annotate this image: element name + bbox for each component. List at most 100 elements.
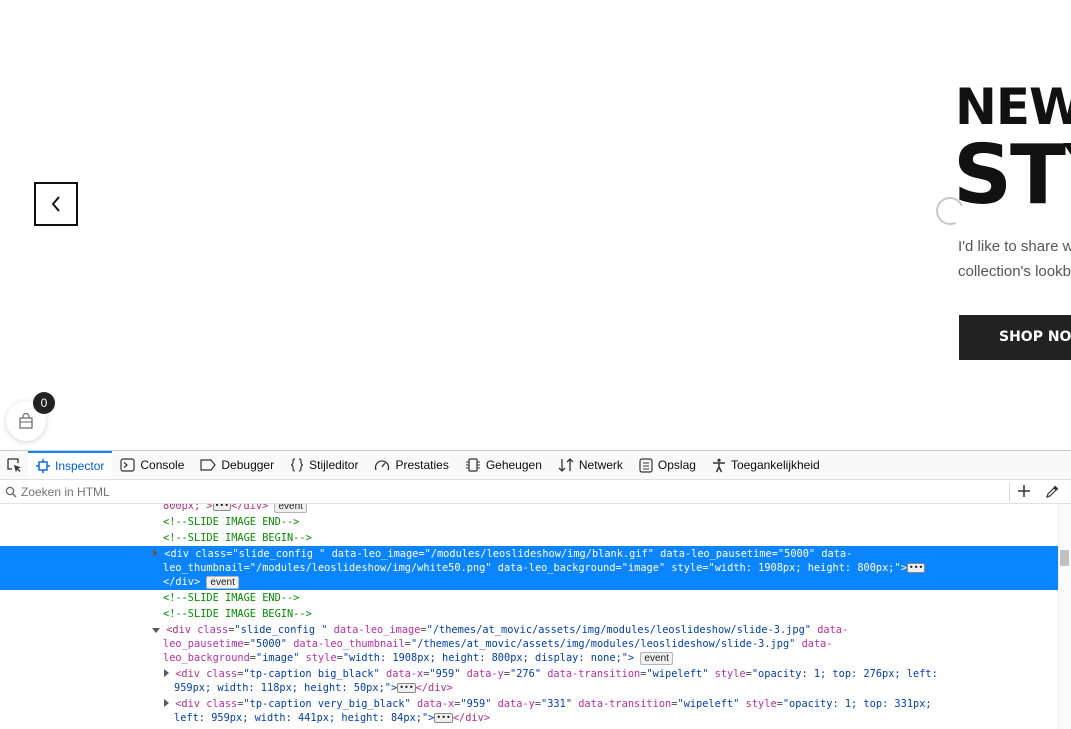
comment-slide-image-end[interactable]: <!--SLIDE IMAGE END--> <box>163 515 1063 529</box>
tab-label: Prestaties <box>395 458 449 472</box>
collapsed-content-button[interactable]: ••• <box>397 683 416 693</box>
memory-icon <box>465 458 480 472</box>
network-icon <box>558 458 574 472</box>
tab-label: Geheugen <box>485 458 542 472</box>
comment-slide-image-begin[interactable]: <!--SLIDE IMAGE BEGIN--> <box>163 607 1063 621</box>
tab-accessibility[interactable]: Toegankelijkheid <box>704 451 828 479</box>
tab-label: Opslag <box>657 458 696 472</box>
tab-label: Console <box>140 458 185 472</box>
tab-network[interactable]: Netwerk <box>550 451 631 479</box>
attr-value: "tp-caption very_big_black" <box>243 698 411 710</box>
attr-value: "/themes/at_movic/assets/img/modules/leo… <box>426 624 811 636</box>
attr-name: data-transition <box>547 668 641 680</box>
attr-value: "959" <box>460 698 492 710</box>
attr-value: "opacity: 1; top: 331px; <box>782 698 932 710</box>
attr-name: data-x <box>386 668 424 680</box>
markup-line: 959px; width: 118px; height: 50px;"> ••• <… <box>174 681 1054 695</box>
collapsed-content-button[interactable]: ••• <box>212 504 232 511</box>
markup-line[interactable]: <div class="slide_config " data-leo_imag… <box>152 623 1052 637</box>
tab-label: Stijleditor <box>309 458 359 472</box>
event-badge[interactable]: event <box>640 652 673 665</box>
add-node-icon[interactable] <box>1016 483 1032 499</box>
markup-open-tag: <div <box>175 668 201 680</box>
markup-open-tag: <div <box>175 698 201 710</box>
eyedropper-icon[interactable] <box>1045 484 1060 499</box>
attr-name: style <box>745 698 777 710</box>
attr-value: "wipeleft" <box>646 668 709 680</box>
markup-close-tag: </div> <box>231 504 269 512</box>
attr-name: data-leo_image <box>333 624 421 636</box>
expand-twisty-icon[interactable] <box>164 669 169 677</box>
attr-name: style <box>305 652 337 664</box>
markup-line: left: 959px; width: 441px; height: 84px;… <box>174 711 1054 725</box>
cart-count-badge: 0 <box>33 392 55 414</box>
attr-name: data- <box>817 624 849 636</box>
hero-description: I'd like to share w collection's lookb <box>958 234 1071 284</box>
comment-slide-image-end[interactable]: <!--SLIDE IMAGE END--> <box>163 591 1063 605</box>
attr-name: data-x <box>417 698 455 710</box>
attr-value: "5000" <box>249 638 287 650</box>
collapse-twisty-icon[interactable] <box>152 628 160 633</box>
markup-close-tag: </div> <box>415 682 453 694</box>
debugger-icon <box>200 459 217 471</box>
markup-text: 800px;"> <box>163 504 213 512</box>
collapsed-content-button[interactable]: ••• <box>906 563 926 573</box>
attr-value: "331" <box>541 698 573 710</box>
expand-twisty-icon[interactable] <box>153 549 158 557</box>
markup-line: leo_thumbnail="/modules/leoslideshow/img… <box>163 561 1063 575</box>
markup-line: 800px;"> ••• </div> event <box>163 504 1063 513</box>
selected-node-line3: </div> <box>163 576 201 588</box>
style-editor-icon <box>291 458 304 472</box>
markup-open-tag: <div <box>166 624 192 636</box>
devtools-toolbar: Inspector Console Debugger Stijleditor P… <box>0 451 1071 480</box>
markup-line[interactable]: <div class="tp-caption very_big_black" d… <box>164 697 1064 711</box>
attr-value: "959" <box>429 668 461 680</box>
attr-value: "width: 1908px; height: 800px; display: … <box>342 652 635 664</box>
attr-name: data-transition <box>578 698 672 710</box>
collapsed-content-button[interactable]: ••• <box>434 713 453 723</box>
tab-console[interactable]: Console <box>112 451 192 479</box>
attr-value: "slide_config " <box>234 624 328 636</box>
slider-prev-button[interactable] <box>34 182 78 226</box>
tab-memory[interactable]: Geheugen <box>457 451 550 479</box>
selected-node-line1: <div class="slide_config " data-leo_imag… <box>164 548 853 560</box>
expand-twisty-icon[interactable] <box>164 699 169 707</box>
markup-line: <div class="slide_config " data-leo_imag… <box>153 547 1053 561</box>
devtools-panel: Inspector Console Debugger Stijleditor P… <box>0 450 1071 729</box>
storage-icon <box>639 457 653 473</box>
markup-scrollbar[interactable] <box>1058 504 1071 729</box>
element-picker-icon <box>7 458 21 473</box>
comment-slide-image-begin[interactable]: <!--SLIDE IMAGE BEGIN--> <box>163 531 1063 545</box>
element-picker-button[interactable] <box>0 451 28 479</box>
markup-line: leo_background="image" style="width: 190… <box>163 651 1063 665</box>
attr-name: leo_background <box>163 652 250 664</box>
tab-label: Netwerk <box>578 458 623 472</box>
markup-view: 800px;"> ••• </div> event <!--SLIDE IMAGE … <box>0 504 1071 729</box>
search-icon <box>5 486 17 497</box>
tab-inspector[interactable]: Inspector <box>28 451 113 479</box>
attr-value: "276" <box>510 668 542 680</box>
attr-name: class <box>206 668 238 680</box>
attr-value: left: 959px; width: 441px; height: 84px;… <box>174 712 435 724</box>
attr-value: "/themes/at_movic/assets/img/modules/leo… <box>411 638 796 650</box>
scrollbar-thumb[interactable] <box>1060 550 1069 566</box>
attr-name: data- <box>801 638 833 650</box>
attr-name: class <box>206 698 238 710</box>
shop-now-button[interactable]: SHOP NOW <box>959 315 1071 360</box>
console-icon <box>120 458 135 472</box>
tab-performance[interactable]: Prestaties <box>366 451 456 479</box>
event-badge[interactable]: event <box>274 504 307 513</box>
html-search-input[interactable] <box>17 484 917 499</box>
chevron-left-icon <box>51 196 60 212</box>
attr-name: data-leo_thumbnail <box>293 638 405 650</box>
inspector-icon <box>36 459 50 473</box>
toolbar-divider <box>1009 483 1010 501</box>
event-badge[interactable]: event <box>206 576 239 589</box>
tab-storage[interactable]: Opslag <box>631 451 704 479</box>
markup-close-tag: </div> <box>452 712 491 724</box>
tab-debugger[interactable]: Debugger <box>192 451 282 479</box>
tab-label: Toegankelijkheid <box>730 458 820 472</box>
web-page: NEW STY I'd like to share w collection's… <box>0 0 1071 450</box>
tab-style-editor[interactable]: Stijleditor <box>282 451 366 479</box>
markup-line[interactable]: <div class="tp-caption big_black" data-x… <box>164 667 1064 681</box>
